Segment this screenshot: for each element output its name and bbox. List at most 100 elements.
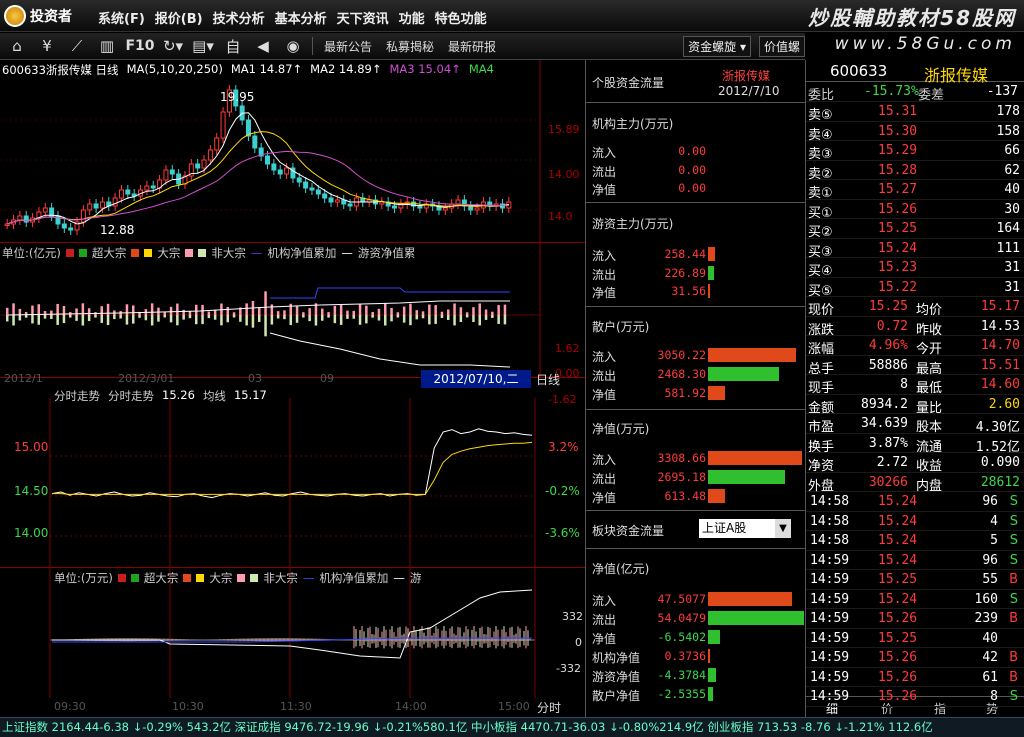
fund-spiral-select[interactable]: 资金螺旋 ▾ xyxy=(683,35,751,57)
fund-bar-up xyxy=(56,303,59,315)
fund-bar-down xyxy=(276,315,280,319)
hot-net-row: 净值 31.56 xyxy=(592,282,802,300)
intraday-fund-chart[interactable]: 单位:(万元) 超大宗 大宗 非大宗 — 机构净值累加 — 游 332 0 -3… xyxy=(0,568,585,698)
bar xyxy=(708,489,725,503)
fund-bar-down xyxy=(113,315,116,320)
value-spiral-select[interactable]: 价值螺 xyxy=(758,35,805,57)
fund-bar-down xyxy=(226,315,229,323)
intraday-period-label[interactable]: 分时 xyxy=(537,699,561,716)
tick-row: 14:59 15.25 40 xyxy=(806,629,1024,648)
fund-bar-up xyxy=(163,312,166,315)
tick-row: 14:59 15.24 96 S xyxy=(806,551,1024,570)
row-label: 净值 xyxy=(592,286,617,300)
fund-bar-down xyxy=(478,315,481,326)
app-name: 投资者 xyxy=(30,9,72,25)
stat-label: 股本 xyxy=(916,420,943,435)
app-logo[interactable]: 投资者 xyxy=(4,5,72,27)
stat-row: 现价 15.25 均价 15.17 xyxy=(806,297,1024,318)
fund-bar-up xyxy=(276,311,280,315)
row-label: 流入 xyxy=(592,249,617,263)
kline-ytick-3: 14.0 xyxy=(548,210,573,223)
intraday-yleft-3: 14.00 xyxy=(14,526,49,540)
latest-notice-link[interactable]: 最新公告 xyxy=(321,38,375,55)
latest-research-link[interactable]: 最新研报 xyxy=(445,38,499,55)
stat-label: 净资 xyxy=(808,459,835,474)
fund-bar-down xyxy=(377,315,381,321)
block-select[interactable]: 上证A股 ▼ xyxy=(699,519,791,538)
fund-bar-down xyxy=(81,315,85,326)
kline-chart[interactable]: 600633浙报传媒 日线 MA(5,10,20,250) MA1 14.87↑… xyxy=(0,60,585,243)
fund-bar-down xyxy=(371,315,374,318)
intraday-yright-2: -0.2% xyxy=(545,484,580,498)
tick-price: 15.24 xyxy=(878,552,918,568)
kline-candle xyxy=(99,201,105,209)
row-label: 流入 xyxy=(592,594,617,608)
menu-fundamental[interactable]: 基本分析 xyxy=(275,8,327,27)
tick-row: 14:59 15.26 42 B xyxy=(806,648,1024,668)
kline-low: 12.88 xyxy=(100,223,135,237)
globe-icon[interactable]: ◉ xyxy=(282,36,304,56)
fs2-swatch-green xyxy=(130,574,139,582)
stat-row: 市盈 34.639 股本 4.30亿 xyxy=(806,414,1024,435)
bar-chart-icon[interactable]: ▥ xyxy=(96,36,118,56)
fund-unit: 单位:(亿元) xyxy=(2,246,61,260)
row-label: 流入 xyxy=(592,146,617,160)
fund-y-top: 1.62 xyxy=(555,342,580,355)
fund-bar-down xyxy=(295,315,299,323)
f10-button[interactable]: F10 xyxy=(125,36,154,56)
home-icon[interactable]: ⌂ xyxy=(6,36,28,56)
trend-icon[interactable]: ⟋ xyxy=(66,36,88,56)
menu-tech-analysis[interactable]: 技术分析 xyxy=(213,8,265,27)
fund-bar-up xyxy=(384,303,387,315)
chevron-down-icon[interactable]: ▼ xyxy=(775,519,791,538)
tick-time: 14:59 xyxy=(810,630,850,646)
fund-flow-chart[interactable]: 单位:(亿元) 超大宗 大宗 非大宗 — 机构净值累加 — 游资净值累 1.62… xyxy=(0,243,585,406)
net-net-row: 净值 613.48 xyxy=(592,487,802,505)
tick-side: S xyxy=(1009,689,1018,704)
hot-title: 游资主力(万元) xyxy=(592,217,674,231)
fund-bar-up xyxy=(453,303,456,315)
hot-in-row: 流入 258.44 xyxy=(592,245,802,263)
tick-time: 14:59 xyxy=(810,552,850,568)
self-select-icon[interactable]: 自 xyxy=(222,36,244,56)
menu-quote[interactable]: 报价(B) xyxy=(155,8,203,27)
kline-candle xyxy=(201,159,207,169)
tick-side: B xyxy=(1009,650,1018,665)
intraday-chart[interactable]: 分时走势 分时走势 15.26 均线 15.17 15.00 14.50 14.… xyxy=(0,388,585,568)
stat-row: 涨幅 4.96% 今开 14.70 xyxy=(806,336,1024,357)
fund-bar-down xyxy=(169,315,173,323)
fund-bar-up xyxy=(447,309,450,315)
sell-price: 15.30 xyxy=(878,123,918,139)
kline-title: 600633浙报传媒 日线 xyxy=(2,63,119,77)
row-value: -2.5355 xyxy=(657,687,706,701)
window-icon[interactable]: ▤▾ xyxy=(192,36,214,56)
fs2-legend-super: 超大宗 xyxy=(143,571,179,585)
menu-bar: 投资者 系统(F) 报价(B) 技术分析 基本分析 天下资讯 功能 特色功能 炒… xyxy=(0,0,1024,32)
legend-line-hot-icon: — xyxy=(341,246,353,260)
menu-special[interactable]: 特色功能 xyxy=(435,8,487,27)
menu-news[interactable]: 天下资讯 xyxy=(337,8,389,27)
speaker-icon[interactable]: ◀ xyxy=(252,36,274,56)
weicha-value: -137 xyxy=(986,84,1018,99)
fund-bar-up xyxy=(226,306,229,315)
fund-bar-up xyxy=(201,304,204,315)
menu-function[interactable]: 功能 xyxy=(399,8,425,27)
stat-label: 量比 xyxy=(916,400,943,416)
private-fund-link[interactable]: 私募揭秘 xyxy=(383,38,437,55)
period-label[interactable]: 日线 xyxy=(536,371,560,388)
sell-level: 卖⑤ xyxy=(808,108,833,123)
stat-label: 涨跌 xyxy=(808,322,835,338)
refresh-icon[interactable]: ↻▾ xyxy=(162,36,184,56)
kline-header: 600633浙报传媒 日线 MA(5,10,20,250) MA1 14.87↑… xyxy=(2,62,494,78)
stat-row: 现手 8 最低 14.60 xyxy=(806,375,1024,396)
menu-system[interactable]: 系统(F) xyxy=(98,8,145,27)
fund-bar-up xyxy=(396,312,400,315)
ma2-value: MA2 14.89↑ xyxy=(310,62,382,76)
block-hot-row: 游资净值 -4.3784 xyxy=(592,666,802,684)
yen-icon[interactable]: ¥ xyxy=(36,36,58,56)
fund-bar-up xyxy=(264,291,267,315)
sell-level: 卖④ xyxy=(808,127,833,143)
tick-row: 14:58 15.24 96 S xyxy=(806,492,1024,512)
kline-candle xyxy=(474,207,480,211)
stat-value: 58886 xyxy=(868,357,908,373)
